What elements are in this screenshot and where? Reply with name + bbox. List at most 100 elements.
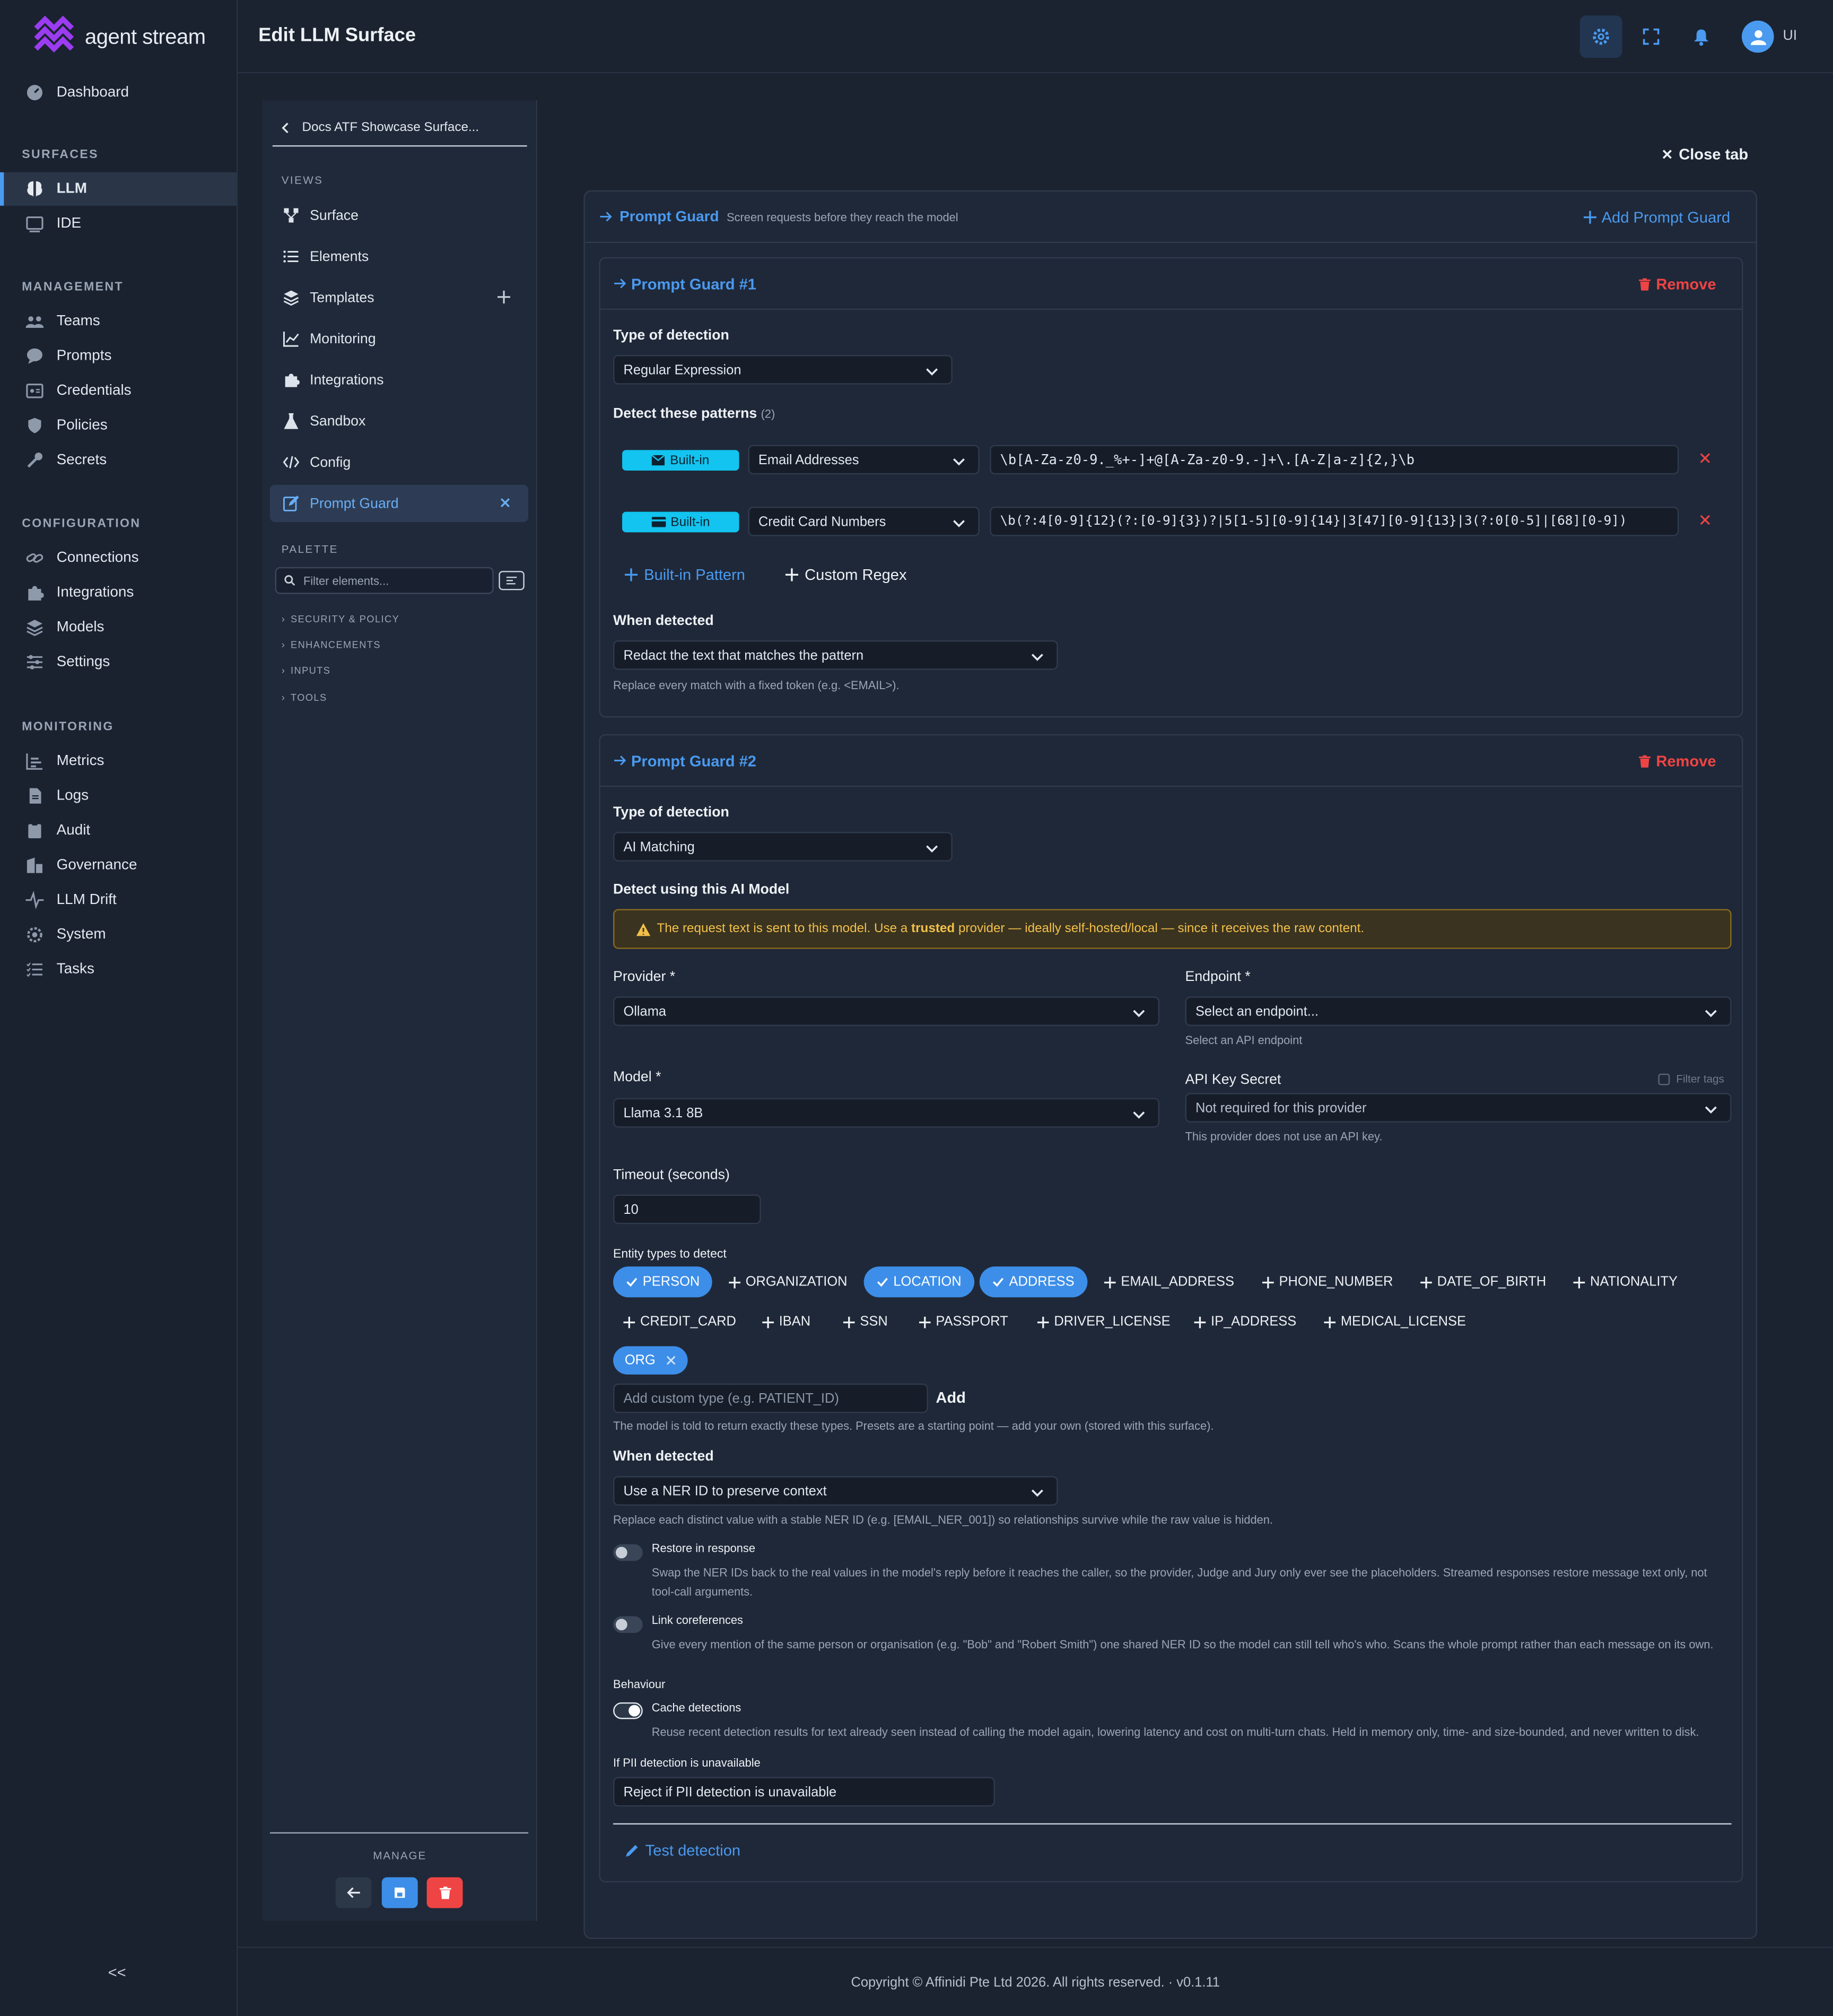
add-builtin-pattern-button[interactable]: Built-in Pattern: [624, 566, 745, 584]
close-view-icon[interactable]: [500, 498, 510, 508]
entity-chip-ssn[interactable]: SSN: [835, 1306, 895, 1337]
nav-credentials[interactable]: Credentials: [0, 374, 237, 407]
entity-chip-medical-license[interactable]: MEDICAL_LICENSE: [1316, 1306, 1474, 1337]
arrow-right-icon: [600, 212, 612, 222]
remove-pattern-credit-card[interactable]: ✕: [1698, 510, 1712, 531]
filter-tags-checkbox[interactable]: Filter tags: [1658, 1072, 1724, 1085]
nav-tasks[interactable]: Tasks: [0, 953, 237, 986]
nav-connections[interactable]: Connections: [0, 541, 237, 575]
view-elements[interactable]: Elements: [270, 238, 528, 275]
palette-enhancements[interactable]: › ENHANCEMENTS: [282, 639, 381, 651]
entity-chip-ip-address[interactable]: IP_ADDRESS: [1186, 1306, 1304, 1337]
entity-chip-nationality[interactable]: NATIONALITY: [1563, 1266, 1688, 1297]
nav-ide[interactable]: IDE: [0, 207, 237, 240]
model-select[interactable]: Llama 3.1 8B: [613, 1098, 1160, 1128]
entity-chip-organization[interactable]: ORGANIZATION: [719, 1266, 858, 1297]
nav-system[interactable]: System: [0, 918, 237, 951]
detection-type-select[interactable]: Regular Expression: [613, 354, 953, 385]
add-prompt-guard-button[interactable]: Add Prompt Guard: [1583, 208, 1730, 227]
close-tab-button[interactable]: Close tab: [1662, 145, 1748, 163]
remove-guard-button[interactable]: Remove: [1639, 752, 1716, 770]
view-surface[interactable]: Surface: [270, 197, 528, 234]
add-custom-type-button[interactable]: Add: [936, 1388, 966, 1406]
palette-heading: PALETTE: [281, 542, 338, 555]
activity-icon: [25, 891, 44, 909]
remove-pattern-email[interactable]: ✕: [1698, 449, 1712, 470]
nav-settings[interactable]: Settings: [0, 646, 237, 679]
chip-label: NATIONALITY: [1590, 1274, 1678, 1290]
collapse-sidebar-button[interactable]: <<: [108, 1963, 126, 1982]
nav-secrets[interactable]: Secrets: [0, 444, 237, 477]
endpoint-select[interactable]: Select an endpoint...: [1185, 996, 1732, 1027]
view-prompt-guard[interactable]: Prompt Guard: [269, 484, 529, 522]
nav-governance[interactable]: Governance: [0, 849, 237, 882]
back-button[interactable]: [335, 1877, 372, 1908]
restore-response-toggle[interactable]: [613, 1544, 643, 1561]
nav-integrations[interactable]: Integrations: [0, 576, 237, 610]
palette-inputs[interactable]: › INPUTS: [282, 665, 331, 676]
nav-llm-drift[interactable]: LLM Drift: [0, 883, 237, 917]
entity-chip-passport[interactable]: PASSPORT: [911, 1306, 1016, 1337]
entity-chip-driver-license[interactable]: DRIVER_LICENSE: [1029, 1306, 1178, 1337]
save-button[interactable]: [381, 1877, 418, 1908]
remove-guard-button[interactable]: Remove: [1639, 275, 1716, 293]
pattern-select-credit-card[interactable]: Credit Card Numbers: [748, 506, 980, 536]
layers-icon: [283, 290, 299, 306]
nav-audit[interactable]: Audit: [0, 814, 237, 847]
manage-heading: MANAGE: [373, 1849, 427, 1862]
cache-detections-toggle[interactable]: [613, 1702, 643, 1719]
nav-llm[interactable]: LLM: [0, 172, 237, 206]
view-monitoring[interactable]: Monitoring: [270, 320, 528, 357]
pencil-icon: [626, 1844, 638, 1856]
palette-security-policy[interactable]: › SECURITY & POLICY: [282, 613, 399, 625]
test-detection-button[interactable]: Test detection: [625, 1841, 740, 1859]
nav-prompts[interactable]: Prompts: [0, 340, 237, 373]
back-to-surface-button[interactable]: Docs ATF Showcase Surface...: [272, 110, 527, 147]
view-sandbox[interactable]: Sandbox: [270, 403, 528, 440]
when-detected-select[interactable]: Use a NER ID to preserve context: [613, 1476, 1058, 1506]
entity-chip-email-address[interactable]: EMAIL_ADDRESS: [1094, 1266, 1244, 1297]
link-coreferences-toggle[interactable]: [613, 1616, 643, 1633]
add-custom-regex-button[interactable]: Custom Regex: [785, 566, 907, 584]
view-templates[interactable]: Templates: [270, 279, 528, 316]
user-avatar[interactable]: [1741, 20, 1774, 53]
view-config[interactable]: Config: [270, 444, 528, 481]
detection-type-select[interactable]: AI Matching: [613, 832, 953, 862]
pattern-select-email[interactable]: Email Addresses: [748, 445, 980, 475]
pattern-regex-email[interactable]: \b[A-Za-z0-9._%+-]+@[A-Za-z0-9.-]+\.[A-Z…: [990, 445, 1679, 475]
nav-dashboard[interactable]: Dashboard: [0, 76, 237, 109]
api-key-select[interactable]: Not required for this provider: [1185, 1093, 1732, 1123]
entity-chip-location[interactable]: LOCATION: [863, 1266, 974, 1298]
custom-type-input[interactable]: Add custom type (e.g. PATIENT_ID): [613, 1383, 928, 1413]
provider-select[interactable]: Ollama: [613, 996, 1160, 1027]
timeout-input[interactable]: 10: [613, 1194, 761, 1224]
unavailable-select[interactable]: Reject if PII detection is unavailable: [613, 1777, 995, 1807]
entity-chip-date-of-birth[interactable]: DATE_OF_BIRTH: [1410, 1266, 1557, 1297]
fullscreen-button[interactable]: [1630, 15, 1672, 58]
guard-title: Prompt Guard #2: [631, 751, 756, 770]
entity-chip-address[interactable]: ADDRESS: [979, 1266, 1087, 1298]
palette-filter-input[interactable]: Filter elements...: [275, 567, 494, 594]
nav-policies[interactable]: Policies: [0, 409, 237, 442]
remove-tag-icon[interactable]: [666, 1355, 676, 1365]
nav-metrics[interactable]: Metrics: [0, 744, 237, 778]
theme-settings-button[interactable]: [1579, 15, 1622, 58]
delete-button[interactable]: [426, 1877, 463, 1908]
notifications-button[interactable]: [1680, 15, 1723, 58]
entity-chip-person[interactable]: PERSON: [613, 1266, 713, 1298]
entity-chip-iban[interactable]: IBAN: [755, 1306, 818, 1337]
nav-teams[interactable]: Teams: [0, 305, 237, 338]
brand-logo[interactable]: agent stream: [33, 15, 206, 59]
nav-logs[interactable]: Logs: [0, 779, 237, 813]
toggle-descriptions-button[interactable]: [499, 571, 525, 590]
nav-models[interactable]: Models: [0, 611, 237, 644]
entity-chip-credit-card[interactable]: CREDIT_CARD: [616, 1306, 744, 1337]
when-detected-select[interactable]: Redact the text that matches the pattern: [613, 640, 1058, 670]
guard-title: Prompt Guard #1: [631, 274, 756, 293]
pattern-regex-credit-card[interactable]: \b(?:4[0-9]{12}(?:[0-9]{3})?|5[1-5][0-9]…: [990, 506, 1679, 536]
view-integrations[interactable]: Integrations: [270, 361, 528, 398]
add-template-icon[interactable]: [497, 290, 511, 303]
entity-chip-phone-number[interactable]: PHONE_NUMBER: [1252, 1266, 1403, 1297]
palette-tools[interactable]: › TOOLS: [282, 692, 327, 703]
entities-label: Entity types to detect: [613, 1247, 727, 1262]
